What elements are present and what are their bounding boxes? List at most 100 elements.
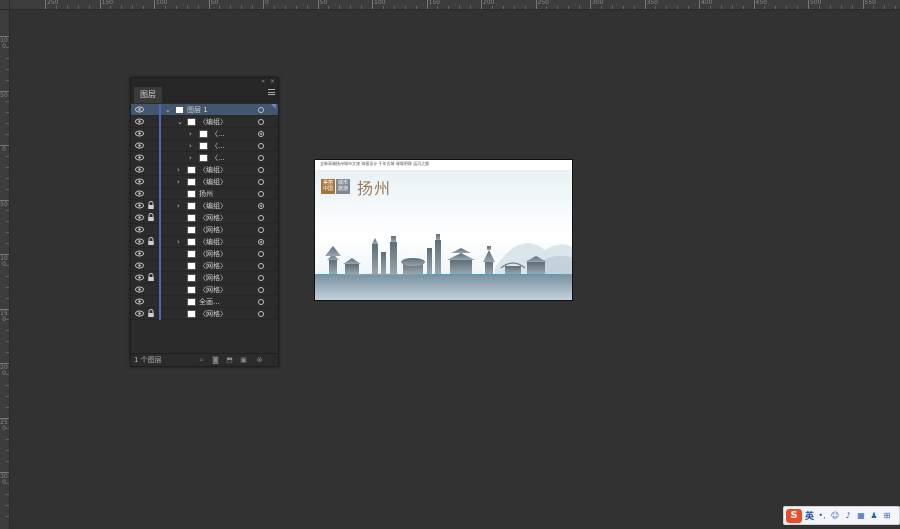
layer-name[interactable]: 〈编组〉 [199,116,227,128]
target-icon[interactable] [258,263,264,269]
layer-name[interactable]: 〈网格〉 [199,248,227,260]
close-icon[interactable]: × [270,78,275,86]
layer-name[interactable]: 〈编组〉 [199,164,227,176]
layer-name[interactable]: 〈... [211,128,225,140]
lock-icon[interactable] [147,177,155,186]
lock-icon[interactable] [147,285,155,294]
target-icon[interactable] [258,275,264,281]
chevron-right-icon[interactable]: › [177,178,184,186]
chevron-down-icon[interactable]: ⌄ [177,118,184,126]
lock-icon[interactable] [147,213,155,222]
visibility-eye-icon[interactable] [135,166,144,173]
keyboard-icon[interactable]: ▦ [856,511,866,521]
layer-row[interactable]: 〈网格〉 [131,284,278,296]
layer-row[interactable]: 全画... [131,296,278,308]
chevron-right-icon[interactable]: › [189,130,196,138]
locate-object-icon[interactable]: ⌕ [197,356,206,364]
layer-row[interactable]: › 〈编组〉 [131,164,278,176]
visibility-eye-icon[interactable] [135,154,144,161]
lock-icon[interactable] [147,309,155,318]
target-icon[interactable] [258,143,264,149]
layer-row[interactable]: ⌄ 图层 1 [131,104,278,116]
visibility-eye-icon[interactable] [135,142,144,149]
visibility-eye-icon[interactable] [135,238,144,245]
layer-row[interactable]: 〈网格〉 [131,260,278,272]
layer-name[interactable]: 扬州 [199,188,213,200]
layer-row[interactable]: › 〈编组〉 [131,176,278,188]
target-icon[interactable] [258,287,264,293]
layer-name[interactable]: 〈... [211,140,225,152]
layer-name[interactable]: 〈网格〉 [199,212,227,224]
panel-menu-icon[interactable] [268,89,275,95]
layer-name[interactable]: 〈网格〉 [199,272,227,284]
visibility-eye-icon[interactable] [135,298,144,305]
visibility-eye-icon[interactable] [135,118,144,125]
lock-icon[interactable] [147,153,155,162]
sogou-logo-icon[interactable]: S [786,508,802,523]
lock-icon[interactable] [147,129,155,138]
visibility-eye-icon[interactable] [135,178,144,185]
chevron-right-icon[interactable]: › [189,142,196,150]
chevron-right-icon[interactable]: › [177,202,184,210]
illustrator-canvas[interactable]: 250 150 100 50 0 50 100 150 200 250 300 350 400 450 50… [0,0,900,529]
layer-row[interactable]: 扬州 [131,188,278,200]
tab-layers[interactable]: 图层 [134,87,162,103]
layer-row[interactable]: 〈网格〉 [131,224,278,236]
layer-row[interactable]: 〈网格〉 [131,308,278,320]
target-icon[interactable] [258,179,264,185]
layer-row[interactable]: › 〈... [131,128,278,140]
target-icon[interactable] [258,107,264,113]
vertical-ruler[interactable]: 100 50 0 50 100 150 200 250 300 [0,10,10,529]
layer-name[interactable]: 〈网格〉 [199,260,227,272]
make-clipping-mask-icon[interactable]: ◙ [211,356,220,364]
layer-row[interactable]: 〈网格〉 [131,248,278,260]
lock-icon[interactable] [147,297,155,306]
layer-name[interactable]: 〈网格〉 [199,308,227,320]
visibility-eye-icon[interactable] [135,214,144,221]
lock-icon[interactable] [147,189,155,198]
target-icon[interactable] [258,251,264,257]
panel-title-bar[interactable]: « × [131,78,278,86]
visibility-eye-icon[interactable] [135,286,144,293]
ime-language-toggle[interactable]: 英 [805,509,814,522]
layer-row[interactable]: 〈网格〉 [131,272,278,284]
new-layer-icon[interactable]: ▣ [239,356,248,364]
lock-icon[interactable] [147,225,155,234]
grid-icon[interactable]: ⊞ [882,511,892,521]
visibility-eye-icon[interactable] [135,202,144,209]
lock-icon[interactable] [147,237,155,246]
lock-icon[interactable] [147,141,155,150]
layer-name[interactable]: 〈网格〉 [199,284,227,296]
target-icon[interactable] [258,119,264,125]
layer-name[interactable]: 〈编组〉 [199,176,227,188]
target-icon[interactable] [258,167,264,173]
visibility-eye-icon[interactable] [135,274,144,281]
target-icon[interactable] [258,227,264,233]
visibility-eye-icon[interactable] [135,250,144,257]
layer-row[interactable]: › 〈... [131,152,278,164]
lock-icon[interactable] [147,201,155,210]
layer-name[interactable]: 〈编组〉 [199,200,227,212]
target-icon[interactable] [258,311,264,317]
target-icon[interactable] [258,239,264,245]
target-icon[interactable] [258,155,264,161]
lock-icon[interactable] [147,261,155,270]
layer-row[interactable]: 〈网格〉 [131,212,278,224]
lock-icon[interactable] [147,105,155,114]
target-icon[interactable] [258,191,264,197]
emoji-icon[interactable]: ☺ [830,511,840,521]
lock-icon[interactable] [147,249,155,258]
visibility-eye-icon[interactable] [135,226,144,233]
delete-layer-icon[interactable]: ⊗ [255,356,264,364]
layer-name[interactable]: 图层 1 [187,104,208,116]
collapse-icon[interactable]: « [261,78,265,86]
chevron-right-icon[interactable]: › [177,238,184,246]
lock-icon[interactable] [147,165,155,174]
mic-icon[interactable]: ♪ [843,511,853,521]
new-sublayer-icon[interactable]: ⬒ [225,356,234,364]
lock-icon[interactable] [147,273,155,282]
layer-row[interactable]: ⌄ 〈编组〉 [131,116,278,128]
ime-toolbar[interactable]: S 英 •, ☺ ♪ ▦ ♟ ⊞ [783,506,900,525]
chevron-down-icon[interactable]: ⌄ [165,106,172,114]
visibility-eye-icon[interactable] [135,262,144,269]
